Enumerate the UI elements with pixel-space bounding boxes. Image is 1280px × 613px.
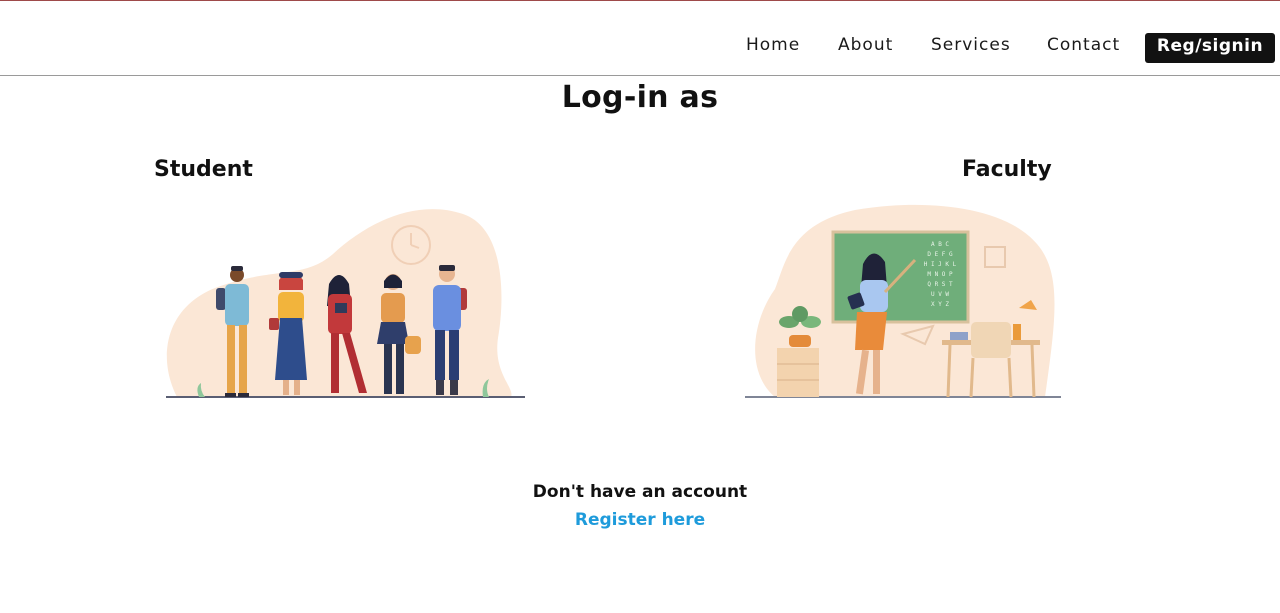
chalkboard-row: A B C — [931, 241, 949, 248]
nav-home-link[interactable]: Home — [746, 35, 800, 55]
navbar: Home About Services Contact Reg/signin — [0, 1, 1280, 76]
teacher-at-chalkboard-illustration: A B C D E F G H I J K L M N O P Q R S T … — [745, 204, 1061, 398]
reg-signin-button[interactable]: Reg/signin — [1145, 33, 1275, 63]
faculty-label: Faculty — [962, 157, 1052, 182]
student-label: Student — [154, 157, 253, 182]
students-group-illustration — [166, 209, 525, 398]
chalkboard-row: Q R S T — [927, 281, 953, 288]
student-login-option[interactable] — [153, 188, 537, 418]
chalkboard-row: D E F G — [927, 251, 953, 258]
page-title: Log-in as — [561, 80, 719, 115]
faculty-login-option[interactable]: A B C D E F G H I J K L M N O P Q R S T … — [745, 204, 1061, 400]
nav-about-link[interactable]: About — [838, 35, 893, 55]
chalkboard-row: X Y Z — [931, 301, 949, 308]
chalkboard-row: H I J K L — [924, 261, 957, 268]
nav-contact-link[interactable]: Contact — [1047, 35, 1120, 55]
no-account-text: Don't have an account — [532, 482, 748, 502]
chalkboard-row: U V W — [931, 291, 949, 298]
nav-services-link[interactable]: Services — [931, 35, 1011, 55]
register-here-link[interactable]: Register here — [0, 510, 1280, 530]
chalkboard-row: M N O P — [927, 271, 953, 278]
